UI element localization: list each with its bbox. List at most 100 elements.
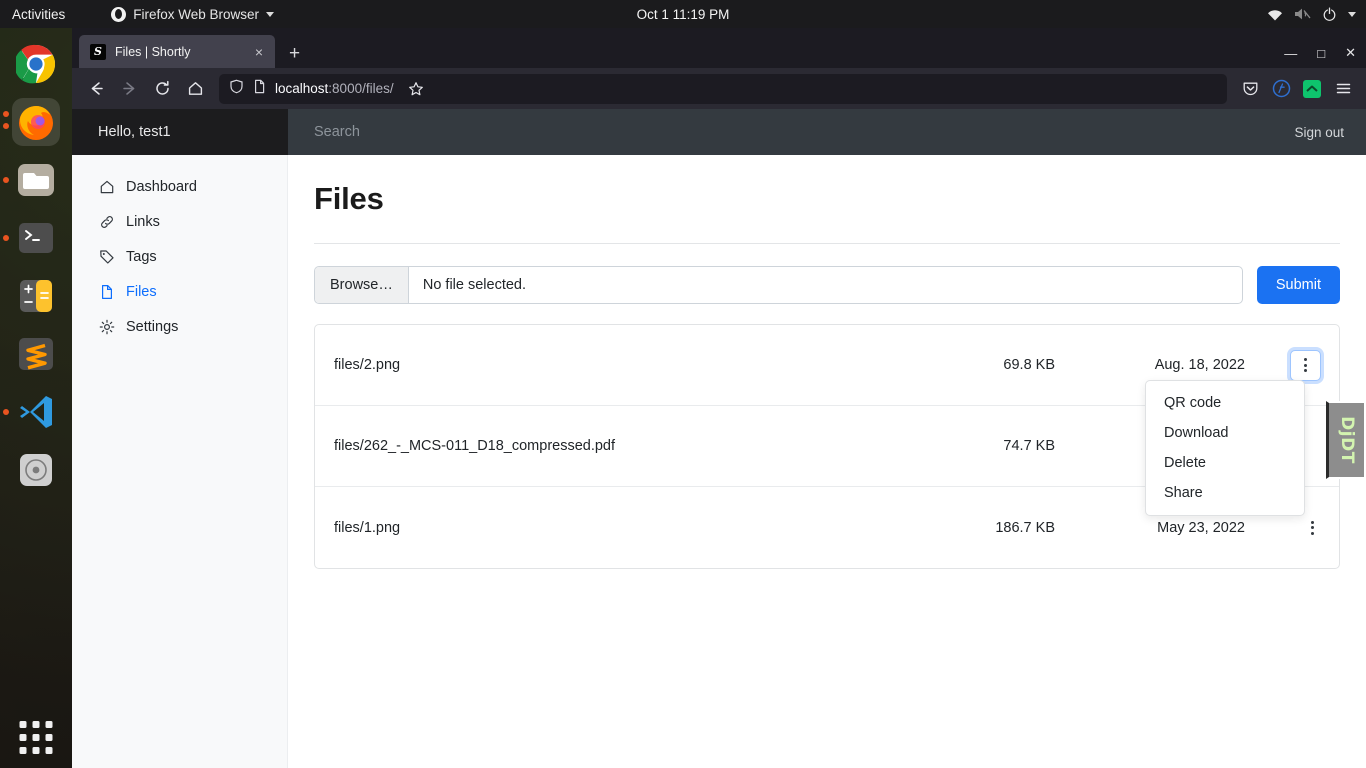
menu-item-delete[interactable]: Delete xyxy=(1146,448,1304,478)
app-menu-label: Firefox Web Browser xyxy=(133,6,260,22)
address-bar[interactable]: localhost:8000/files/ xyxy=(219,73,1227,104)
menu-item-qr-code[interactable]: QR code xyxy=(1146,388,1304,418)
url-path: :8000/files/ xyxy=(328,81,394,96)
file-list: files/2.png 69.8 KB Aug. 18, 2022 QR cod… xyxy=(314,324,1340,569)
running-indicator xyxy=(3,123,9,129)
file-date: May 23, 2022 xyxy=(1157,519,1245,536)
sidebar-item-links[interactable]: Links xyxy=(72,204,287,239)
sign-out-link[interactable]: Sign out xyxy=(1276,109,1366,155)
close-tab-icon[interactable]: × xyxy=(252,43,266,61)
running-indicator xyxy=(3,235,9,241)
window-controls: — □ ✕ xyxy=(1284,45,1356,61)
home-icon xyxy=(98,178,115,195)
forward-icon[interactable] xyxy=(114,74,144,104)
web-page: Hello, test1 Search Sign out Dashboard L… xyxy=(72,109,1366,768)
dock-item-google-chrome[interactable] xyxy=(12,40,60,88)
browser-tab[interactable]: S Files | Shortly × xyxy=(79,35,275,68)
new-tab-button[interactable]: + xyxy=(289,44,300,63)
sidebar-item-label: Tags xyxy=(126,248,157,265)
back-icon[interactable] xyxy=(81,74,111,104)
djdt-label: DjDT xyxy=(1336,416,1357,464)
main-content: Files Browse… No file selected. Submit f… xyxy=(288,155,1366,768)
file-icon xyxy=(98,283,115,300)
grid-dot xyxy=(45,747,53,754)
row-menu-cell xyxy=(1245,349,1321,381)
sidebar-item-files[interactable]: Files xyxy=(72,274,287,309)
firefox-window: S Files | Shortly × + — □ ✕ localhost:80… xyxy=(72,28,1366,768)
user-greeting: Hello, test1 xyxy=(72,109,288,155)
url-host: localhost xyxy=(275,81,329,96)
sidebar-item-label: Dashboard xyxy=(126,178,197,195)
django-debug-toolbar-handle[interactable]: DjDT xyxy=(1326,401,1366,479)
grid-dot xyxy=(45,734,53,741)
running-indicator xyxy=(3,111,9,117)
file-size: 186.7 KB xyxy=(995,519,1055,536)
grid-dot xyxy=(19,747,27,754)
submit-button[interactable]: Submit xyxy=(1256,266,1340,304)
row-menu-button[interactable] xyxy=(1304,516,1321,540)
menu-item-download[interactable]: Download xyxy=(1146,418,1304,448)
sidebar-item-settings[interactable]: Settings xyxy=(72,309,287,344)
running-indicator xyxy=(3,177,9,183)
file-size: 74.7 KB xyxy=(1003,438,1055,454)
activities-button[interactable]: Activities xyxy=(0,7,79,22)
clock[interactable]: Oct 1 11:19 PM xyxy=(637,7,730,22)
browse-button[interactable]: Browse… xyxy=(315,267,409,303)
tray-chevron-down-icon xyxy=(1348,11,1356,17)
show-applications-button[interactable] xyxy=(19,721,53,754)
extension-icon[interactable] xyxy=(1298,75,1326,103)
file-name: files/262_-_MCS-011_D18_compressed.pdf xyxy=(334,438,616,454)
kebab-icon xyxy=(1311,520,1314,535)
account-icon[interactable] xyxy=(1267,75,1295,103)
file-name: files/2.png xyxy=(334,357,401,373)
system-tray[interactable] xyxy=(1267,7,1356,22)
bookmark-star-icon[interactable] xyxy=(402,75,430,103)
sidebar-nav: Dashboard Links Tags Files Settings xyxy=(72,155,288,768)
dock-item-terminal[interactable] xyxy=(3,214,60,262)
grid-dot xyxy=(32,747,40,754)
dock-item-files[interactable] xyxy=(3,156,60,204)
power-icon xyxy=(1322,7,1337,22)
page-title: Files xyxy=(314,181,384,216)
file-status-text: No file selected. xyxy=(422,277,527,293)
gear-icon xyxy=(98,318,115,335)
link-icon xyxy=(98,213,115,230)
row-menu-button[interactable] xyxy=(1290,349,1321,381)
dock-item-firefox[interactable] xyxy=(3,98,60,146)
maximize-button[interactable]: □ xyxy=(1317,46,1325,61)
site-favicon: S xyxy=(90,43,106,60)
url-text: localhost:8000/files/ xyxy=(275,81,394,96)
grid-dot xyxy=(32,721,40,728)
app-menu-icon[interactable] xyxy=(1329,75,1357,103)
pocket-icon[interactable] xyxy=(1236,75,1264,103)
dock-item-vs-code[interactable] xyxy=(3,388,60,436)
sidebar-item-dashboard[interactable]: Dashboard xyxy=(72,169,287,204)
page-body: Dashboard Links Tags Files Settings File… xyxy=(72,155,1366,768)
menu-item-share[interactable]: Share xyxy=(1146,478,1304,508)
dock-item-sublime-text[interactable] xyxy=(12,330,60,378)
reload-icon[interactable] xyxy=(147,74,177,104)
file-input[interactable]: Browse… No file selected. xyxy=(314,266,1243,304)
shield-icon[interactable] xyxy=(229,79,244,99)
grid-dot xyxy=(32,734,40,741)
app-menu-firefox[interactable]: Firefox Web Browser xyxy=(111,6,275,22)
close-window-button[interactable]: ✕ xyxy=(1345,45,1356,61)
upload-form: Browse… No file selected. Submit xyxy=(314,266,1340,304)
wifi-icon xyxy=(1267,8,1283,21)
firefox-icon xyxy=(111,6,127,22)
dock-item-calculator[interactable] xyxy=(12,272,60,320)
tab-bar: S Files | Shortly × + — □ ✕ xyxy=(72,28,1366,68)
sidebar-item-label: Links xyxy=(126,213,160,230)
home-icon[interactable] xyxy=(180,74,210,104)
file-name: files/1.png xyxy=(334,519,401,536)
gnome-top-bar: Activities Firefox Web Browser Oct 1 11:… xyxy=(0,0,1366,28)
page-info-icon[interactable] xyxy=(252,79,267,99)
dock-item-rhythmbox[interactable] xyxy=(12,446,60,494)
sidebar-item-tags[interactable]: Tags xyxy=(72,239,287,274)
search-bar[interactable]: Search xyxy=(288,109,1277,155)
file-date: Aug. 18, 2022 xyxy=(1154,357,1245,373)
sidebar-item-label: Files xyxy=(126,283,157,300)
minimize-button[interactable]: — xyxy=(1284,46,1297,61)
table-row[interactable]: files/2.png 69.8 KB Aug. 18, 2022 QR cod… xyxy=(315,325,1339,516)
row-context-menu: QR code Download Delete Share xyxy=(1145,380,1305,516)
